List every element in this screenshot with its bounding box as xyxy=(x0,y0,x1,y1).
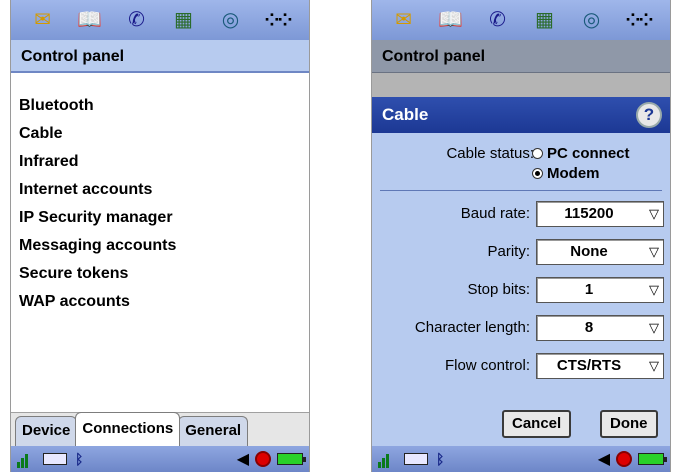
flow-control-label: Flow control: xyxy=(444,357,530,374)
dialog-title: Cable xyxy=(382,105,429,124)
signal-icon xyxy=(17,450,35,468)
dialog-header: Cable ? xyxy=(372,97,670,133)
tab-general[interactable]: General xyxy=(178,416,249,446)
done-button[interactable]: Done xyxy=(600,410,658,438)
parity-select[interactable]: None ▽ xyxy=(536,239,664,265)
apps-icon[interactable]: ⁘⁘ xyxy=(264,7,292,33)
mail-icon[interactable]: ✉ xyxy=(30,7,56,33)
chevron-down-icon: ▽ xyxy=(649,320,659,335)
clock-icon xyxy=(616,451,632,467)
chevron-down-icon: ▽ xyxy=(649,206,659,221)
bluetooth-icon[interactable]: ᛒ xyxy=(75,451,83,467)
cancel-button[interactable]: Cancel xyxy=(502,410,572,438)
chevron-down-icon: ▽ xyxy=(649,358,659,373)
character-length-select[interactable]: 8 ▽ xyxy=(536,315,664,341)
chevron-down-icon: ▽ xyxy=(649,244,659,259)
radio-unselected-icon xyxy=(532,148,543,159)
web-icon[interactable]: ◎ xyxy=(579,7,605,33)
apps-icon[interactable]: ⁘⁘ xyxy=(625,7,653,33)
calendar-icon[interactable]: ▦ xyxy=(171,7,197,33)
baud-rate-select[interactable]: 115200 ▽ xyxy=(536,201,664,227)
tab-connections[interactable]: Connections xyxy=(75,412,181,446)
list-item-wap-accounts[interactable]: WAP accounts xyxy=(19,288,301,316)
app-bar: ✉ 📖 ✆ ▦ ◎ ⁘⁘ xyxy=(372,0,670,40)
list-item-infrared[interactable]: Infrared xyxy=(19,148,301,176)
clock-icon xyxy=(255,451,271,467)
flow-control-row: Flow control: CTS/RTS ▽ xyxy=(372,353,670,381)
connections-list: Bluetooth Cable Infrared Internet accoun… xyxy=(19,92,301,316)
status-bar: ᛒ ◀ xyxy=(372,446,670,472)
phone-icon[interactable]: ✆ xyxy=(124,7,150,33)
list-item-internet-accounts[interactable]: Internet accounts xyxy=(19,176,301,204)
baud-rate-row: Baud rate: 115200 ▽ xyxy=(372,201,670,229)
radio-selected-icon xyxy=(532,168,543,179)
mail-icon[interactable]: ✉ xyxy=(391,7,417,33)
list-item-ip-security-manager[interactable]: IP Security manager xyxy=(19,204,301,232)
cable-dialog: Cable status: PC connect Modem Baud rate… xyxy=(372,133,670,446)
flow-control-select[interactable]: CTS/RTS ▽ xyxy=(536,353,664,379)
page-title: Control panel xyxy=(372,40,670,73)
phone-icon[interactable]: ✆ xyxy=(485,7,511,33)
cable-status-group: Cable status: PC connect Modem xyxy=(372,145,670,185)
signal-icon xyxy=(378,450,396,468)
list-item-secure-tokens[interactable]: Secure tokens xyxy=(19,260,301,288)
list-item-cable[interactable]: Cable xyxy=(19,120,301,148)
page-title: Control panel xyxy=(11,40,309,73)
app-bar: ✉ 📖 ✆ ▦ ◎ ⁘⁘ xyxy=(11,0,309,40)
parity-label: Parity: xyxy=(487,243,530,260)
baud-rate-label: Baud rate: xyxy=(460,205,530,222)
help-button[interactable]: ? xyxy=(636,102,662,128)
contacts-icon[interactable]: 📖 xyxy=(438,7,464,33)
radio-modem[interactable]: Modem xyxy=(532,165,600,182)
list-item-messaging-accounts[interactable]: Messaging accounts xyxy=(19,232,301,260)
left-phone-screen: ✉ 📖 ✆ ▦ ◎ ⁘⁘ Control panel Bluetooth Cab… xyxy=(10,0,310,472)
cable-status-label: Cable status: xyxy=(446,145,534,162)
stop-bits-select[interactable]: 1 ▽ xyxy=(536,277,664,303)
battery-icon xyxy=(277,453,306,465)
bluetooth-icon[interactable]: ᛒ xyxy=(436,451,444,467)
character-length-label: Character length: xyxy=(414,319,530,336)
stop-bits-label: Stop bits: xyxy=(467,281,530,298)
battery-icon xyxy=(638,453,667,465)
list-item-bluetooth[interactable]: Bluetooth xyxy=(19,92,301,120)
keyboard-icon[interactable] xyxy=(404,453,428,465)
speaker-icon[interactable]: ◀ xyxy=(237,449,249,469)
divider xyxy=(380,190,662,191)
status-bar: ᛒ ◀ xyxy=(11,446,309,472)
tab-bar: Device Connections General xyxy=(11,412,309,446)
tab-device[interactable]: Device xyxy=(15,416,78,446)
character-length-row: Character length: 8 ▽ xyxy=(372,315,670,343)
web-icon[interactable]: ◎ xyxy=(218,7,244,33)
calendar-icon[interactable]: ▦ xyxy=(532,7,558,33)
radio-pc-connect[interactable]: PC connect xyxy=(532,145,630,162)
keyboard-icon[interactable] xyxy=(43,453,67,465)
background-strip xyxy=(372,73,670,97)
right-phone-screen: ✉ 📖 ✆ ▦ ◎ ⁘⁘ Control panel Cable ? Cable… xyxy=(371,0,671,472)
chevron-down-icon: ▽ xyxy=(649,282,659,297)
parity-row: Parity: None ▽ xyxy=(372,239,670,267)
speaker-icon[interactable]: ◀ xyxy=(598,449,610,469)
stop-bits-row: Stop bits: 1 ▽ xyxy=(372,277,670,305)
contacts-icon[interactable]: 📖 xyxy=(77,7,103,33)
